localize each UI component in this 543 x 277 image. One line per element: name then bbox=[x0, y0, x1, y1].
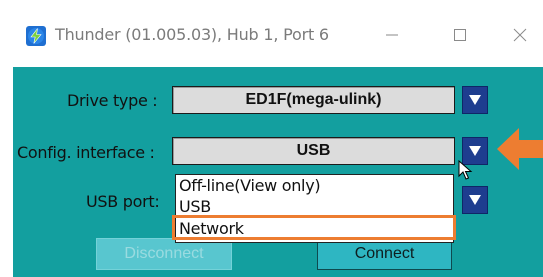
close-icon bbox=[513, 28, 527, 42]
title-bar[interactable]: Thunder (01.005.03), Hub 1, Port 6 bbox=[0, 0, 543, 70]
thunder-lightning-icon bbox=[26, 26, 46, 46]
drive-type-combo[interactable]: ED1F(mega-ulink) bbox=[172, 86, 455, 114]
network-option-highlight bbox=[172, 215, 456, 240]
maximize-icon bbox=[454, 29, 466, 41]
mouse-cursor-icon bbox=[458, 160, 473, 180]
dropdown-option-usb[interactable]: USB bbox=[179, 197, 211, 216]
orange-arrow-icon bbox=[497, 128, 543, 170]
minimize-icon bbox=[386, 34, 398, 36]
config-interface-label: Config. interface : bbox=[17, 143, 155, 162]
close-button[interactable] bbox=[503, 20, 537, 50]
window-title: Thunder (01.005.03), Hub 1, Port 6 bbox=[55, 25, 329, 44]
maximize-button[interactable] bbox=[443, 20, 477, 50]
thunder-window: Thunder (01.005.03), Hub 1, Port 6 Drive… bbox=[0, 0, 543, 277]
drive-type-dropdown-button[interactable] bbox=[462, 86, 488, 114]
dropdown-option-offline[interactable]: Off-line(View only) bbox=[179, 176, 321, 195]
triangle-down-icon bbox=[469, 95, 481, 105]
minimize-button[interactable] bbox=[375, 20, 409, 50]
usb-port-dropdown-button[interactable] bbox=[462, 186, 488, 214]
drive-type-label: Drive type : bbox=[67, 91, 158, 110]
usb-port-label: USB port: bbox=[86, 192, 160, 211]
triangle-down-icon bbox=[469, 146, 481, 156]
config-interface-combo[interactable]: USB bbox=[172, 137, 455, 165]
triangle-down-icon bbox=[469, 195, 481, 205]
